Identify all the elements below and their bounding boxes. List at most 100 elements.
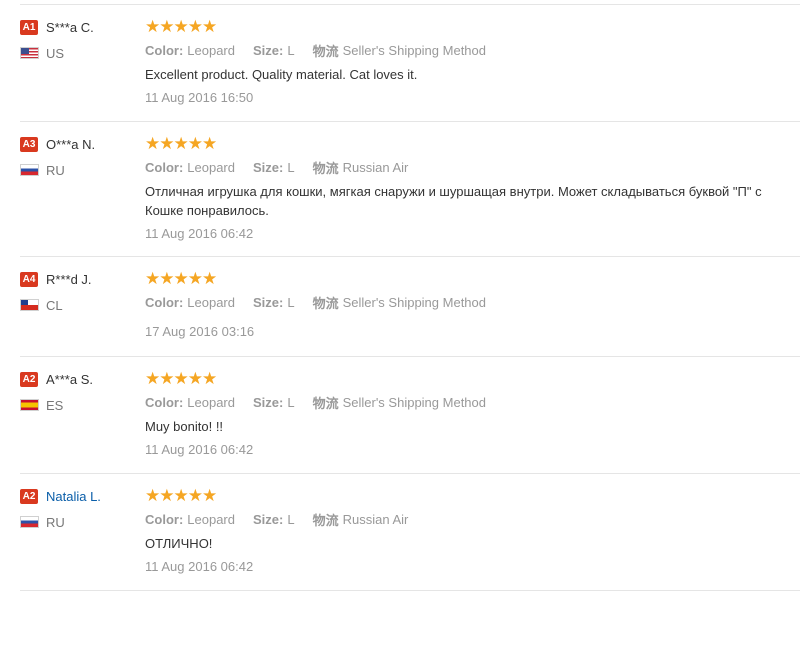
review-content: ★ ★ ★ ★ ★ Color: Leopard Size: L 物流 Seller's…: [145, 370, 800, 459]
review-date: 11 Aug 2016 06:42: [145, 226, 254, 241]
buyer-name: S***a C.: [46, 19, 94, 35]
us-flag-icon: [20, 47, 39, 59]
color-value: Leopard: [187, 159, 235, 175]
size-value: L: [287, 159, 295, 175]
review-date: 17 Aug 2016 03:16: [145, 324, 255, 339]
shipping-method: Seller's Shipping Method: [342, 394, 486, 410]
star-icon: ★: [145, 16, 161, 37]
color-label: Color:: [145, 394, 184, 410]
divider: [20, 256, 800, 257]
review-date: 11 Aug 2016 06:42: [145, 442, 254, 457]
review-content: ★ ★ ★ ★ ★ Color: Leopard Size: L 物流 Russian …: [145, 487, 800, 576]
buyer-info: A2 Natalia L. RU: [20, 487, 140, 531]
star-rating: ★ ★ ★ ★ ★: [145, 135, 800, 153]
review-content: ★ ★ ★ ★ ★ Color: Leopard Size: L 物流 Seller's…: [145, 18, 800, 107]
color-value: Leopard: [187, 294, 235, 310]
country-code: US: [46, 45, 65, 61]
star-icon: ★: [159, 268, 175, 289]
star-icon: ★: [202, 16, 218, 37]
shipping-method: Seller's Shipping Method: [342, 294, 486, 310]
review-text: Muy bonito! !!: [145, 419, 224, 434]
size-value: L: [287, 42, 295, 58]
logistics-label: 物流: [312, 160, 339, 176]
color-value: Leopard: [187, 394, 235, 410]
star-icon: ★: [145, 133, 161, 154]
star-icon: ★: [202, 268, 218, 289]
star-rating: ★ ★ ★ ★ ★: [145, 370, 800, 388]
star-icon: ★: [173, 268, 189, 289]
star-icon: ★: [173, 133, 189, 154]
buyer-level-badge: A2: [20, 488, 38, 504]
review-text-line: Кошке понравилось.: [145, 203, 269, 218]
star-icon: ★: [159, 133, 175, 154]
ru-flag-icon: [20, 516, 39, 528]
buyer-name: R***d J.: [46, 271, 92, 287]
review-text: Excellent product. Quality material. Cat…: [145, 67, 418, 82]
order-attributes: Color: Leopard Size: L 物流 Russian Air: [145, 158, 800, 176]
order-attributes: Color: Leopard Size: L 物流 Seller's Shipp…: [145, 41, 800, 59]
star-icon: ★: [159, 485, 175, 506]
color-value: Leopard: [187, 511, 235, 527]
size-label: Size:: [253, 159, 284, 175]
buyer-level-badge: A4: [20, 271, 38, 287]
buyer-name-link[interactable]: Natalia L.: [46, 489, 101, 504]
star-icon: ★: [187, 133, 203, 154]
review-date: 11 Aug 2016 06:42: [145, 559, 254, 574]
star-icon: ★: [145, 268, 161, 289]
logistics-label: 物流: [312, 43, 339, 59]
star-icon: ★: [159, 16, 175, 37]
star-rating: ★ ★ ★ ★ ★: [145, 270, 800, 288]
order-attributes: Color: Leopard Size: L 物流 Seller's Shipp…: [145, 393, 800, 411]
country-code: ES: [46, 397, 64, 413]
star-rating: ★ ★ ★ ★ ★: [145, 18, 800, 36]
size-label: Size:: [253, 511, 284, 527]
color-value: Leopard: [187, 42, 235, 58]
logistics-label: 物流: [312, 512, 339, 528]
star-icon: ★: [145, 368, 161, 389]
review-content: ★ ★ ★ ★ ★ Color: Leopard Size: L 物流 Russian …: [145, 135, 800, 243]
divider: [20, 356, 800, 357]
divider: [20, 4, 800, 5]
buyer-name: A***a S.: [46, 371, 93, 387]
country-code: RU: [46, 514, 65, 530]
shipping-method: Seller's Shipping Method: [342, 42, 486, 58]
star-icon: ★: [202, 485, 218, 506]
color-label: Color:: [145, 159, 184, 175]
order-attributes: Color: Leopard Size: L 物流 Seller's Shipp…: [145, 293, 800, 311]
size-label: Size:: [253, 42, 284, 58]
star-icon: ★: [145, 485, 161, 506]
review-text: ОТЛИЧНО!: [145, 536, 213, 551]
star-icon: ★: [173, 16, 189, 37]
divider: [20, 121, 800, 122]
review-text-line: Отличная игрушка для кошки, мягкая снару…: [145, 184, 762, 199]
buyer-level-badge: A2: [20, 371, 38, 387]
color-label: Color:: [145, 294, 184, 310]
ru-flag-icon: [20, 164, 39, 176]
star-icon: ★: [202, 368, 218, 389]
review-content: ★ ★ ★ ★ ★ Color: Leopard Size: L 物流 Seller's…: [145, 270, 800, 341]
buyer-level-badge: A1: [20, 19, 38, 35]
size-value: L: [287, 394, 295, 410]
buyer-info: A2 A***a S. ES: [20, 370, 140, 414]
buyer-info: A3 O***a N. RU: [20, 135, 140, 179]
country-code: RU: [46, 162, 65, 178]
size-label: Size:: [253, 294, 284, 310]
review-text: Отличная игрушка для кошки, мягкая снару…: [145, 182, 800, 220]
divider: [20, 473, 800, 474]
buyer-level-badge: A3: [20, 136, 38, 152]
logistics-label: 物流: [312, 395, 339, 411]
buyer-info: A4 R***d J. CL: [20, 270, 140, 314]
star-icon: ★: [173, 368, 189, 389]
buyer-info: A1 S***a C. US: [20, 18, 140, 62]
buyer-name: O***a N.: [46, 136, 96, 152]
divider: [20, 590, 800, 591]
star-icon: ★: [159, 368, 175, 389]
size-value: L: [287, 294, 295, 310]
logistics-label: 物流: [312, 295, 339, 311]
star-icon: ★: [187, 16, 203, 37]
star-icon: ★: [187, 368, 203, 389]
color-label: Color:: [145, 511, 184, 527]
size-label: Size:: [253, 394, 284, 410]
country-code: CL: [46, 297, 63, 313]
color-label: Color:: [145, 42, 184, 58]
